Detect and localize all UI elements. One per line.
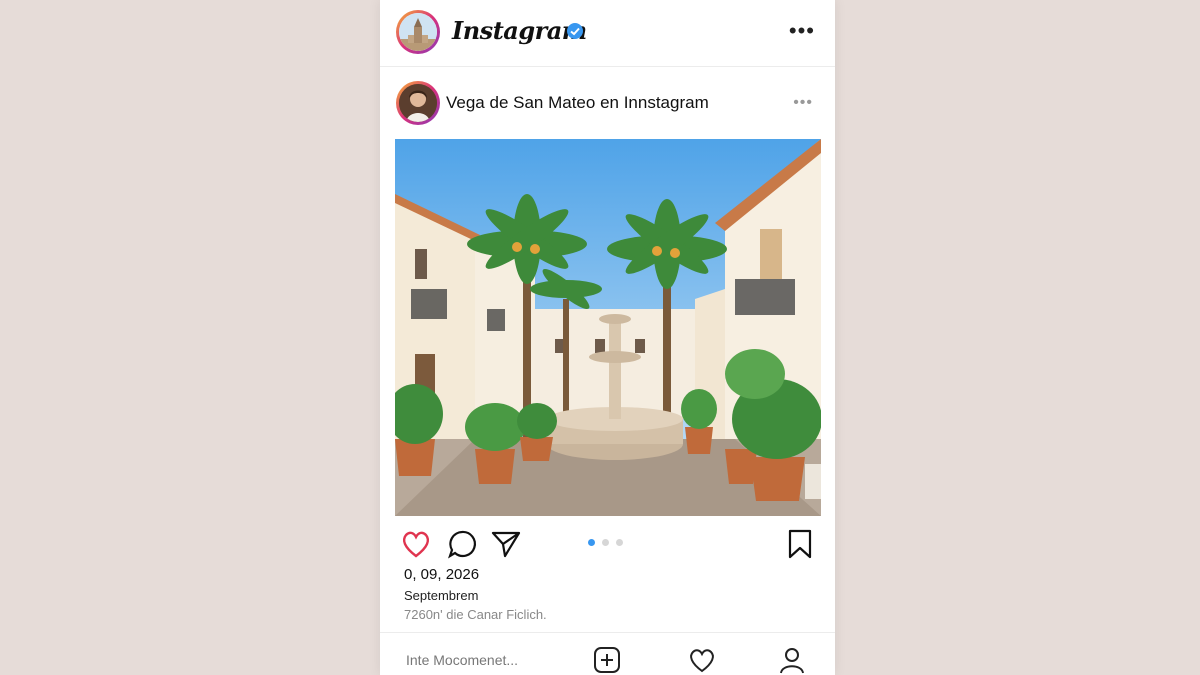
send-icon[interactable] — [490, 528, 522, 560]
post-month: Septembrem — [404, 588, 479, 603]
bookmark-icon[interactable] — [784, 528, 816, 560]
carousel-dot — [616, 539, 623, 546]
comment-icon[interactable] — [446, 528, 478, 560]
post-username[interactable]: Vega de San Mateo en Innstagram — [446, 93, 709, 113]
add-square-icon[interactable] — [592, 645, 622, 675]
comment-input[interactable]: Inte Mocomenet... — [406, 652, 518, 668]
profile-photo-icon — [399, 84, 437, 122]
post-header: Vega de San Mateo en Innstagram ••• — [380, 67, 835, 137]
account-avatar[interactable] — [396, 10, 440, 54]
heart-icon[interactable] — [400, 528, 432, 560]
post-more-icon[interactable]: ••• — [793, 94, 813, 112]
carousel-dot — [588, 539, 595, 546]
more-horizontal-icon[interactable]: ••• — [789, 20, 815, 42]
post-avatar[interactable] — [396, 81, 440, 125]
user-icon[interactable] — [777, 645, 807, 675]
bottom-bar: Inte Mocomenet... — [380, 632, 835, 675]
phone-frame: Instagram ••• Vega de San Mateo en Innst… — [380, 0, 835, 675]
app-header: Instagram ••• — [380, 0, 835, 67]
plaza-photo — [395, 139, 821, 516]
post-actions — [380, 526, 835, 562]
post-date: 0, 09, 2026 — [404, 566, 480, 583]
post-meta: 7260n' die Canar Ficlich. — [404, 607, 547, 622]
carousel-indicator — [588, 539, 623, 546]
church-tower-icon — [399, 13, 437, 51]
post-image[interactable] — [395, 139, 821, 516]
activity-heart-icon[interactable] — [687, 645, 717, 675]
carousel-dot — [602, 539, 609, 546]
verified-badge-icon — [567, 23, 583, 39]
